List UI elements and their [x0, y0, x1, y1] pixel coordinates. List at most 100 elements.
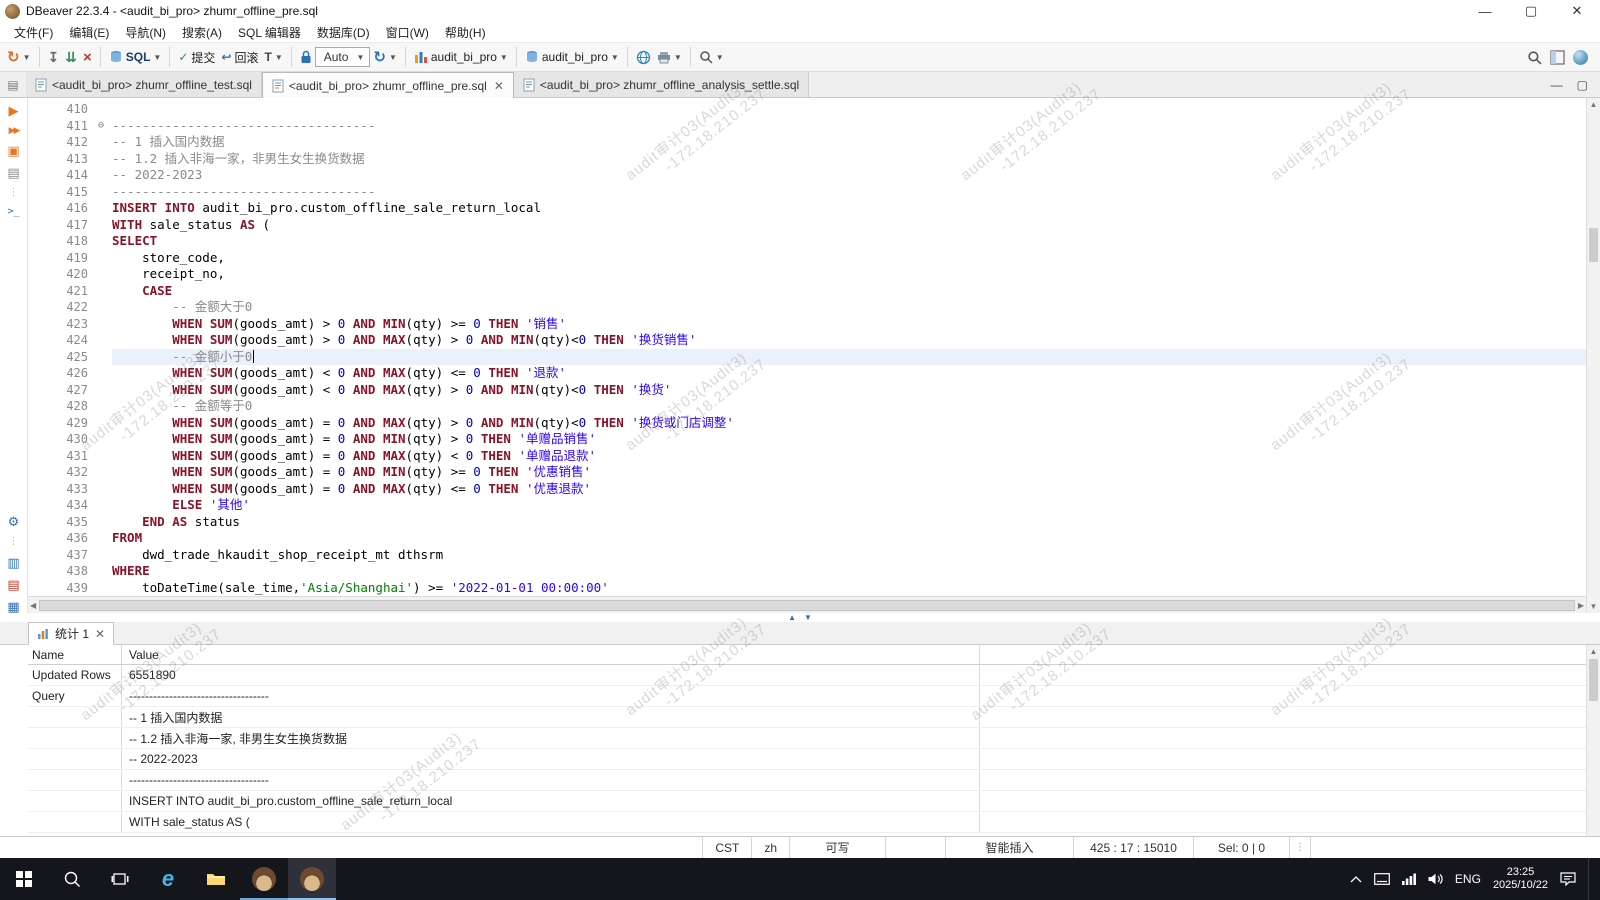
line-number[interactable]: 429 [28, 415, 98, 432]
language-indicator[interactable]: ENG [1455, 872, 1481, 886]
close-button[interactable]: ✕ [1554, 0, 1600, 22]
code-line[interactable]: 414-- 2022-2023 [28, 167, 1586, 184]
scroll-up-icon[interactable]: ▲ [1587, 647, 1600, 656]
internet-explorer-button[interactable]: e [144, 858, 192, 900]
menu-search[interactable]: 搜索(A) [174, 24, 230, 41]
settings-gear-icon[interactable]: ⚙ [8, 515, 20, 528]
scroll-down-icon[interactable]: ▼ [1587, 602, 1600, 611]
table-row[interactable]: WITH sale_status AS ( [28, 812, 1600, 833]
dbeaver-taskbar-button[interactable] [240, 858, 288, 900]
tray-expand-icon[interactable] [1350, 875, 1362, 883]
code-line[interactable]: 425 -- 金额小于0 [28, 349, 1586, 366]
perspective-icon[interactable] [1550, 50, 1565, 65]
column-header-name[interactable]: Name [28, 645, 122, 664]
code-line[interactable]: 429 WHEN SUM(goods_amt) = 0 AND MAX(qty)… [28, 415, 1586, 432]
scroll-left-icon[interactable]: ◀ [30, 601, 36, 610]
code-line[interactable]: 412-- 1 插入国内数据 [28, 134, 1586, 151]
taskbar-clock[interactable]: 23:25 2025/10/22 [1493, 866, 1548, 892]
database-select[interactable]: audit_bi_pro ▼ [522, 45, 622, 69]
line-number[interactable]: 415 [28, 184, 98, 201]
code-line[interactable]: 420 receipt_no, [28, 266, 1586, 283]
vscroll-thumb[interactable] [1589, 228, 1598, 262]
code-line[interactable]: 433 WHEN SUM(goods_amt) = 0 AND MAX(qty)… [28, 481, 1586, 498]
sql-editor[interactable]: 410411⊖---------------------------------… [28, 98, 1586, 613]
table-row[interactable]: -- 1.2 插入非海一家, 非男生女生换货数据 [28, 728, 1600, 749]
code-line[interactable]: 418SELECT [28, 233, 1586, 250]
table-row[interactable]: -- 1 插入国内数据 [28, 707, 1600, 728]
execute-new-tab-icon[interactable]: ▣ [7, 144, 19, 157]
line-number[interactable]: 425 [28, 349, 98, 366]
line-number[interactable]: 435 [28, 514, 98, 531]
sql-dialect-button[interactable]: SQL ▼ [106, 45, 165, 69]
touch-keyboard-icon[interactable] [1374, 873, 1390, 885]
code-line[interactable]: 436FROM [28, 530, 1586, 547]
line-number[interactable]: 433 [28, 481, 98, 498]
code-line[interactable]: 415----------------------------------- [28, 184, 1586, 201]
code-line[interactable]: 427 WHEN SUM(goods_amt) < 0 AND MAX(qty)… [28, 382, 1586, 399]
cancel-button[interactable]: × [80, 45, 95, 69]
line-number[interactable]: 424 [28, 332, 98, 349]
save-script-icon[interactable]: ▤ [7, 578, 19, 591]
code-line[interactable]: 430 WHEN SUM(goods_amt) = 0 AND MIN(qty)… [28, 431, 1586, 448]
column-header-value[interactable]: Value [122, 645, 980, 664]
connection-select[interactable]: audit_bi_pro ▼ [411, 45, 511, 69]
panel-splitter[interactable]: ▲ ▼ [0, 613, 1600, 622]
menu-window[interactable]: 窗口(W) [378, 24, 437, 41]
collapse-panel-icon[interactable]: ▼ [804, 613, 812, 622]
results-scrollbar[interactable]: ▲ [1586, 645, 1600, 836]
explain-plan-icon[interactable]: ▤ [7, 166, 19, 179]
status-language[interactable]: zh [751, 837, 789, 858]
task-view-button[interactable] [96, 858, 144, 900]
line-number[interactable]: 423 [28, 316, 98, 333]
code-line[interactable]: 413-- 1.2 插入非海一家，非男生女生换货数据 [28, 151, 1586, 168]
network-settings-button[interactable] [633, 45, 654, 69]
menu-sql-editor[interactable]: SQL 编辑器 [230, 24, 309, 41]
commit-button[interactable]: ✓提交 [175, 45, 218, 69]
code-line[interactable]: 410 [28, 101, 1586, 118]
hscroll-thumb[interactable] [39, 600, 1575, 611]
line-number[interactable]: 427 [28, 382, 98, 399]
code-line[interactable]: 422 -- 金额大于0 [28, 299, 1586, 316]
taskbar-search-button[interactable] [48, 858, 96, 900]
rollback-button[interactable]: ↩回滚 [218, 45, 261, 69]
status-timezone[interactable]: CST [702, 837, 751, 858]
scroll-up-icon[interactable]: ▲ [1587, 100, 1600, 109]
menu-navigate[interactable]: 导航(N) [117, 24, 174, 41]
tab-zhumr-offline-analysis-settle[interactable]: <audit_bi_pro> zhumr_offline_analysis_se… [514, 72, 809, 97]
code-line[interactable]: 435 END AS status [28, 514, 1586, 531]
table-row[interactable]: INSERT INTO audit_bi_pro.custom_offline_… [28, 791, 1600, 812]
status-overflow-icon[interactable]: ⋮ [1289, 837, 1310, 858]
line-number[interactable]: 413 [28, 151, 98, 168]
code-line[interactable]: 423 WHEN SUM(goods_amt) > 0 AND MIN(qty)… [28, 316, 1586, 333]
tx-refresh-button[interactable]: ↻▼ [370, 45, 400, 69]
code-line[interactable]: 424 WHEN SUM(goods_amt) > 0 AND MAX(qty)… [28, 332, 1586, 349]
execute-script-icon[interactable]: ▶▶ [9, 126, 19, 135]
scroll-right-icon[interactable]: ▶ [1578, 601, 1584, 610]
menu-file[interactable]: 文件(F) [6, 24, 61, 41]
restore-panel-icon[interactable]: ▲ [788, 613, 796, 622]
line-number[interactable]: 420 [28, 266, 98, 283]
line-number[interactable]: 438 [28, 563, 98, 580]
fold-marker-icon[interactable]: ⊖ [98, 118, 112, 135]
autocommit-select[interactable]: Auto▼ [315, 47, 371, 67]
code-line[interactable]: 432 WHEN SUM(goods_amt) = 0 AND MIN(qty)… [28, 464, 1586, 481]
line-number[interactable]: 439 [28, 580, 98, 597]
code-line[interactable]: 416INSERT INTO audit_bi_pro.custom_offli… [28, 200, 1586, 217]
line-number[interactable]: 417 [28, 217, 98, 234]
line-number[interactable]: 411 [28, 118, 98, 135]
horizontal-scrollbar[interactable]: ◀ ▶ [28, 596, 1586, 613]
code-line[interactable]: 426 WHEN SUM(goods_amt) < 0 AND MAX(qty)… [28, 365, 1586, 382]
minimize-button[interactable]: — [1462, 0, 1508, 22]
vertical-scrollbar[interactable]: ▲ ▼ [1586, 98, 1600, 613]
menu-database[interactable]: 数据库(D) [309, 24, 378, 41]
table-row[interactable]: -- 2022-2023 [28, 749, 1600, 770]
line-number[interactable]: 416 [28, 200, 98, 217]
maximize-button[interactable]: ▢ [1508, 0, 1554, 22]
line-number[interactable]: 414 [28, 167, 98, 184]
notification-center-icon[interactable] [1560, 872, 1576, 886]
line-number[interactable]: 437 [28, 547, 98, 564]
network-icon[interactable] [1402, 873, 1416, 885]
lock-button[interactable] [297, 45, 315, 69]
code-line[interactable]: 428 -- 金额等于0 [28, 398, 1586, 415]
code-line[interactable]: 439 toDateTime(sale_time,'Asia/Shanghai'… [28, 580, 1586, 597]
